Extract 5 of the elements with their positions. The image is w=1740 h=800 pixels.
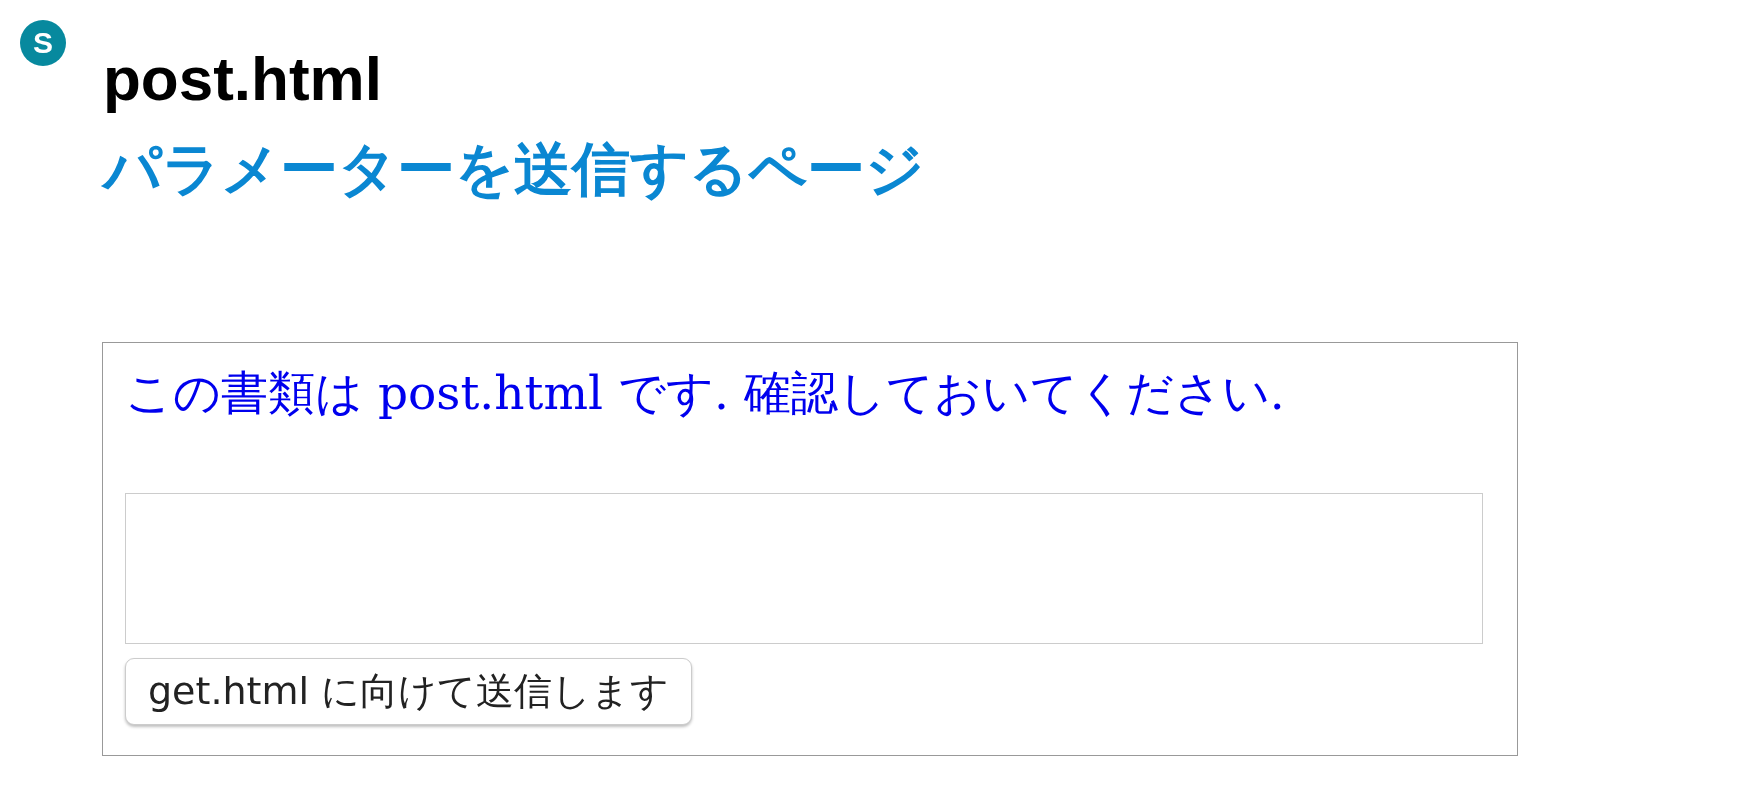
page-subtitle: パラメーターを送信するページ	[103, 138, 924, 202]
logo-icon: S	[20, 20, 66, 66]
form-message: この書類は post.html です. 確認しておいてください.	[125, 364, 1286, 422]
text-area[interactable]	[125, 493, 1483, 645]
submit-button[interactable]: get.html に向けて送信します	[125, 658, 693, 726]
